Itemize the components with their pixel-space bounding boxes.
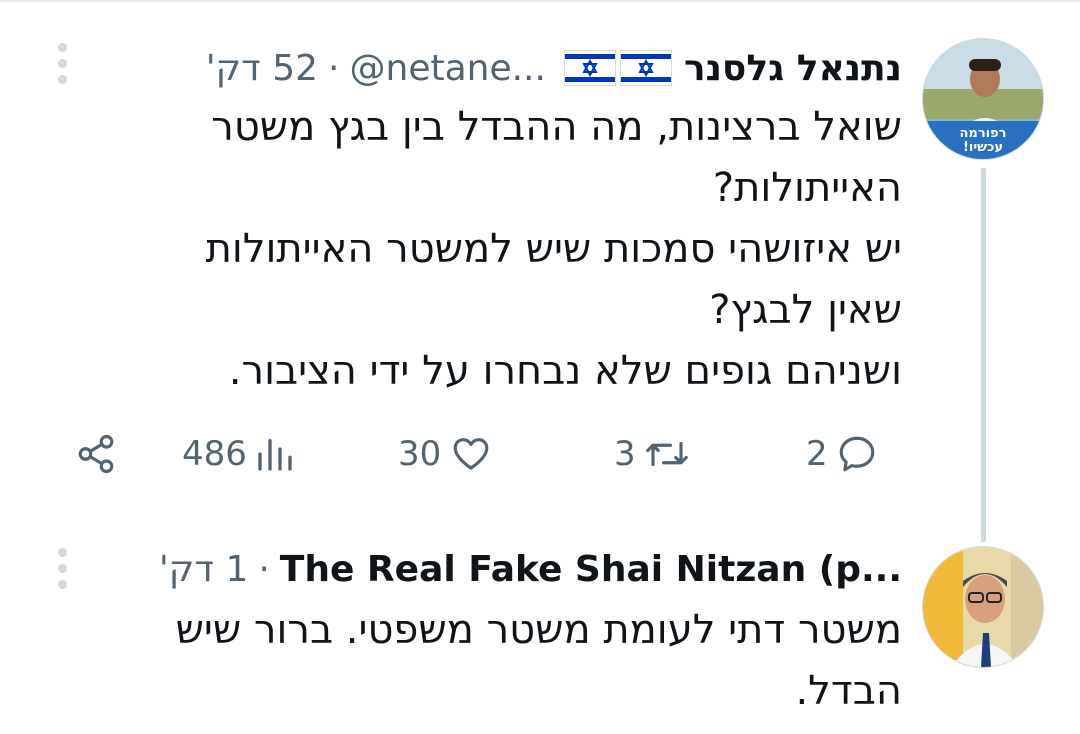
retweet-icon — [645, 441, 688, 467]
reply-count: 2 — [806, 434, 828, 474]
avatar-photo-2 — [923, 547, 1043, 667]
views-count: 486 — [182, 434, 247, 474]
share-icon — [78, 434, 114, 474]
more-options-icon[interactable] — [52, 43, 72, 84]
tweet-text-line: שואל ברצינות, מה ההבדל בין בגץ משטר — [211, 104, 902, 150]
top-divider — [0, 0, 1080, 2]
tweet-header: נתנאל גלסנר @netane... · 52 דק' — [206, 42, 902, 94]
israel-flag-icon — [563, 50, 616, 86]
israel-flag-icon — [619, 50, 672, 86]
tweet-body: משטר דתי לעומת משטר משפטי. ברור שיש הבדל… — [122, 600, 902, 722]
tweet-text-line: יש איזושהי סמכות שיש למשטר האייתולות — [205, 226, 902, 272]
avatar-badge-text: רפורמה עכשיו! — [959, 126, 1007, 155]
separator-dot: · — [258, 548, 270, 590]
tweet-text-line: הבדל. — [795, 668, 902, 714]
reply-icon — [839, 436, 874, 472]
flag-emojis — [563, 50, 672, 86]
retweet-button[interactable]: 3 — [614, 433, 690, 475]
thread-connector-line — [981, 168, 986, 542]
tweet-text-line: האייתולות? — [712, 165, 902, 211]
tweet-header: The Real Fake Shai Nitzan (p... · 1 דק' — [159, 543, 902, 595]
tweet-timestamp[interactable]: 52 דק' — [206, 48, 318, 89]
author-name[interactable]: נתנאל גלסנר — [684, 48, 902, 89]
author-avatar-2[interactable] — [922, 546, 1044, 668]
retweet-count: 3 — [614, 434, 636, 474]
author-handle[interactable]: @netane... — [350, 48, 546, 89]
like-button[interactable]: 30 — [398, 433, 493, 475]
views-button[interactable]: 486 — [182, 433, 295, 475]
heart-icon — [453, 438, 489, 470]
tweet-text-line: שאין לבגץ? — [709, 287, 902, 333]
more-options-icon[interactable] — [52, 548, 72, 589]
author-avatar-1[interactable]: רפורמה עכשיו! — [922, 38, 1044, 160]
author-name[interactable]: The Real Fake Shai Nitzan (p... — [280, 549, 902, 590]
share-button[interactable] — [74, 433, 118, 475]
tweet-text-line: ושניהם גופים שלא נבחרו על ידי הציבור. — [228, 348, 902, 394]
views-icon — [258, 439, 292, 471]
tweet-action-bar: 2 3 30 486 — [0, 425, 1080, 485]
tweet-body: שואל ברצינות, מה ההבדל בין בגץ משטר האיי… — [122, 97, 902, 402]
reply-button[interactable]: 2 — [806, 433, 878, 475]
separator-dot: · — [328, 47, 340, 89]
tweet-timestamp[interactable]: 1 דק' — [159, 549, 248, 590]
like-count: 30 — [398, 434, 442, 474]
tweet-text-line: משטר דתי לעומת משטר משפטי. ברור שיש — [175, 607, 902, 653]
